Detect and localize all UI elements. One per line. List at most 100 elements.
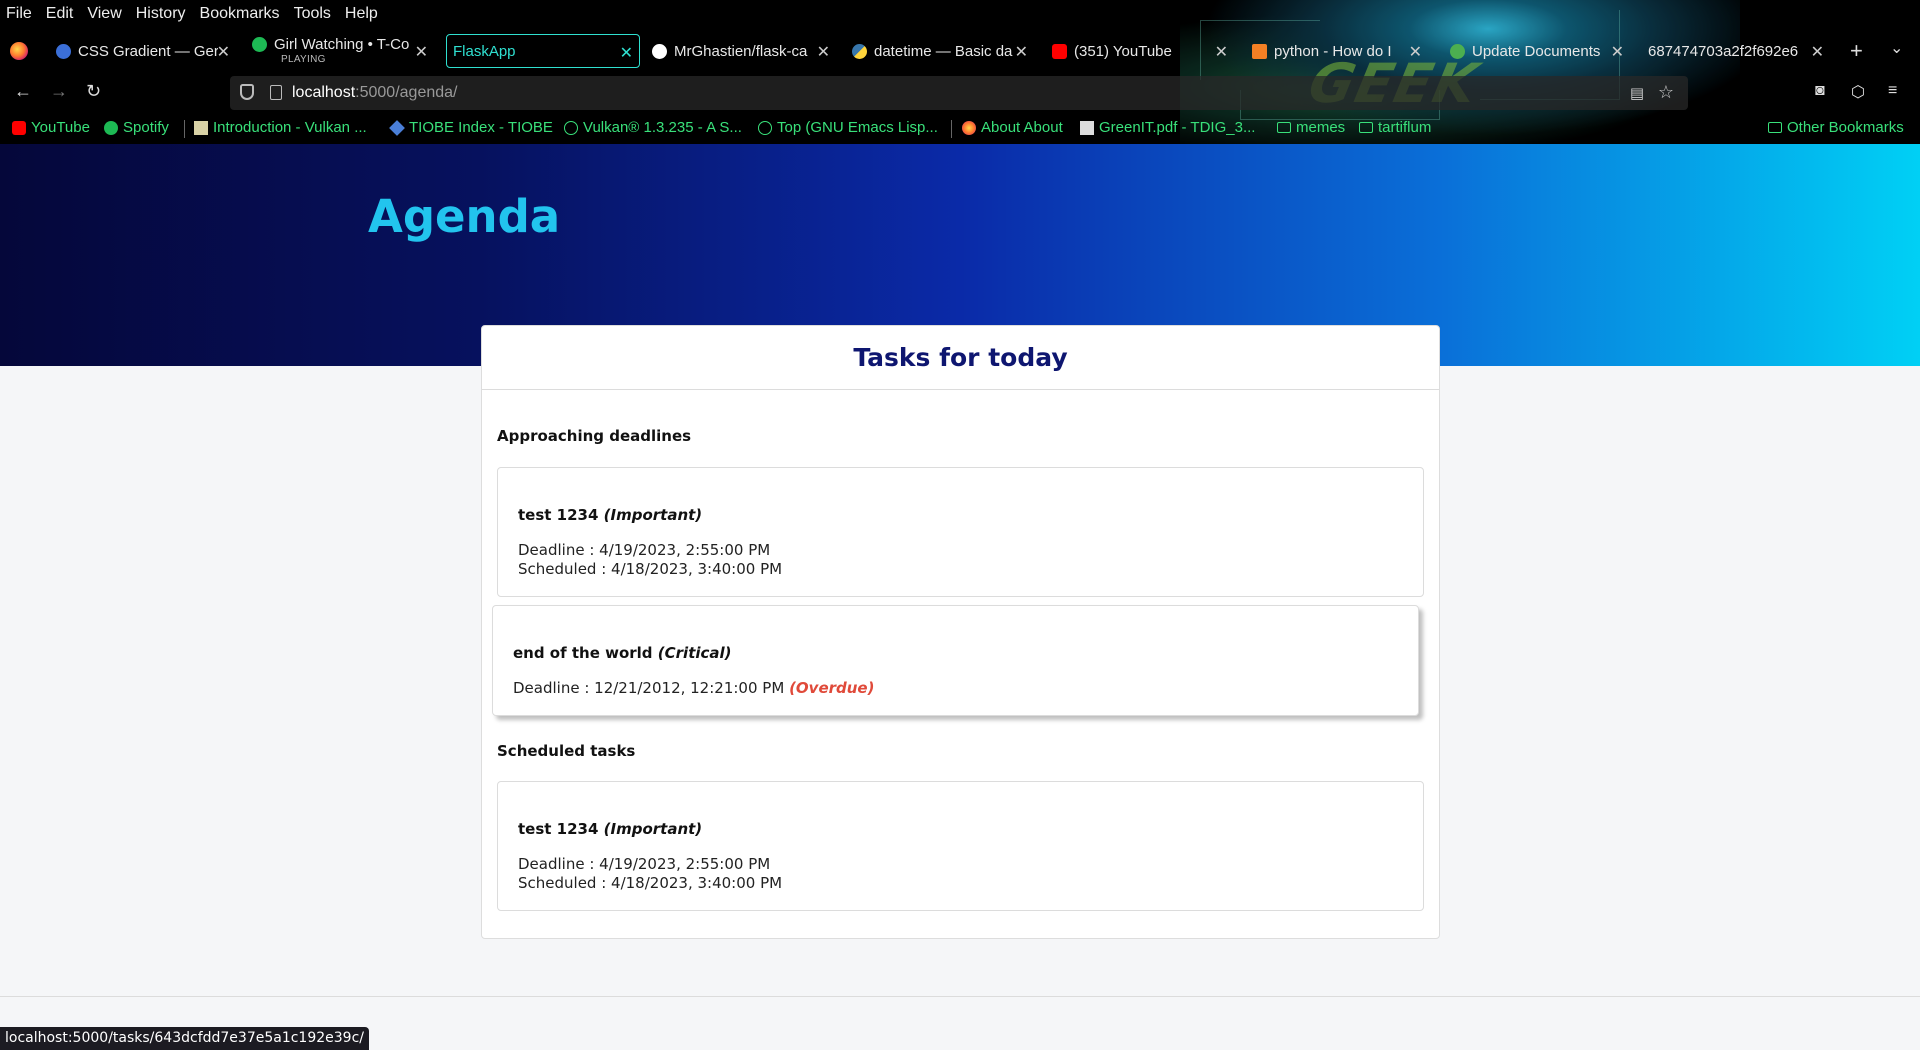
bookmark-vulkan-intro[interactable]: Introduction - Vulkan ... [194, 119, 367, 136]
shield-icon[interactable] [240, 84, 254, 100]
section-title-scheduled: Scheduled tasks [497, 742, 636, 760]
forward-arrow-icon[interactable]: → [50, 81, 68, 102]
url-path: :5000/agenda/ [355, 84, 458, 101]
footer-divider [0, 996, 1920, 997]
tab-flaskapp[interactable]: FlaskApp ✕ [446, 34, 640, 68]
menu-help[interactable]: Help [338, 5, 385, 23]
bookmark-folder-tartiflum[interactable]: tartiflum [1359, 119, 1431, 136]
close-icon[interactable]: ✕ [1611, 42, 1624, 62]
bookmark-youtube[interactable]: YouTube [12, 119, 90, 136]
folder-icon [1277, 122, 1291, 133]
close-icon[interactable]: ✕ [217, 42, 230, 62]
priority-label: (Important) [603, 506, 703, 524]
card-title: Tasks for today [853, 343, 1068, 372]
page-icon[interactable] [270, 85, 282, 100]
tab-css-gradient[interactable]: CSS Gradient — Ger ✕ [56, 34, 236, 68]
status-bar-link-preview: localhost:5000/tasks/643dcfdd7e37e5a1c19… [0, 1027, 369, 1050]
folder-icon [1768, 122, 1782, 133]
spotify-icon [104, 120, 118, 135]
bookmarks-toolbar: YouTube Spotify Introduction - Vulkan ..… [0, 116, 1920, 142]
globe-icon [758, 120, 772, 135]
tab-update-documents[interactable]: Update Documents ✕ [1450, 34, 1630, 68]
globe-icon [56, 43, 71, 59]
close-icon[interactable]: ✕ [415, 42, 428, 62]
menu-tools[interactable]: Tools [287, 5, 338, 23]
hamburger-menu-icon[interactable]: ≡ [1888, 82, 1897, 100]
task-card-hovered[interactable]: end of the world (Critical) Deadline : 1… [492, 605, 1419, 716]
task-card[interactable]: test 1234 (Important) Deadline : 4/19/20… [497, 781, 1424, 911]
doc-icon [194, 120, 208, 135]
youtube-icon [1052, 43, 1067, 59]
browser-chrome: GEEK File Edit View History Bookmarks To… [0, 0, 1920, 144]
menu-view[interactable]: View [80, 5, 128, 23]
close-icon[interactable]: ✕ [1409, 42, 1422, 62]
tab-bar: CSS Gradient — Ger ✕ Girl Watching • T-C… [0, 32, 1920, 70]
python-icon [852, 43, 867, 59]
list-all-tabs-chevron-icon[interactable]: ⌄ [1890, 38, 1903, 58]
tab-github[interactable]: MrGhastien/flask-ca ✕ [652, 34, 836, 68]
menu-bar: File Edit View History Bookmarks Tools H… [0, 0, 1920, 28]
task-scheduled: Scheduled : 4/18/2023, 3:40:00 PM [518, 560, 783, 578]
pocket-icon[interactable]: ◙ [1815, 82, 1825, 100]
url-text[interactable]: localhost:5000/agenda/ [292, 84, 457, 102]
spotify-icon [252, 36, 267, 52]
new-tab-plus-icon[interactable]: + [1850, 38, 1863, 64]
task-deadline: Deadline : 12/21/2012, 12:21:00 PM (Over… [513, 679, 875, 697]
github-icon [652, 43, 667, 59]
stackoverflow-icon [1252, 43, 1267, 59]
diamond-icon [389, 119, 405, 136]
firefox-icon[interactable] [10, 42, 28, 60]
playing-label: PLAYING [281, 54, 326, 65]
close-icon[interactable]: ✕ [620, 43, 633, 63]
menu-bookmarks[interactable]: Bookmarks [193, 5, 287, 23]
globe-icon [564, 120, 578, 135]
bookmark-other[interactable]: Other Bookmarks [1768, 119, 1904, 136]
bookmark-star-icon[interactable]: ☆ [1658, 82, 1674, 103]
youtube-icon [12, 120, 26, 135]
back-arrow-icon[interactable]: ← [14, 81, 32, 102]
url-host: localhost [292, 84, 356, 101]
task-title: test 1234 (Important) [518, 506, 703, 524]
extensions-icon[interactable]: ⬡ [1851, 82, 1865, 102]
reader-view-icon[interactable]: ▤ [1630, 84, 1644, 102]
tab-image[interactable]: 687474703a2f2f692e6 ✕ [1648, 34, 1830, 68]
tab-stackoverflow[interactable]: python - How do I ✕ [1252, 34, 1428, 68]
priority-label: (Important) [603, 820, 703, 838]
folder-icon [1359, 122, 1373, 133]
firefox-icon [962, 120, 976, 135]
bookmark-tiobe[interactable]: TIOBE Index - TIOBE [389, 119, 553, 136]
menu-edit[interactable]: Edit [39, 5, 81, 23]
bookmark-greenit-pdf[interactable]: GreenIT.pdf - TDIG_3... [1080, 119, 1255, 136]
close-icon[interactable]: ✕ [1811, 42, 1824, 62]
card-header: Tasks for today [482, 326, 1439, 390]
task-card[interactable]: test 1234 (Important) Deadline : 4/19/20… [497, 467, 1424, 597]
menu-history[interactable]: History [129, 5, 193, 23]
bookmark-vulkan-spec[interactable]: Vulkan® 1.3.235 - A S... [564, 119, 742, 136]
close-icon[interactable]: ✕ [1015, 42, 1028, 62]
menu-file[interactable]: File [0, 5, 39, 23]
tab-spotify[interactable]: Girl Watching • T-Co PLAYING ✕ [252, 34, 434, 68]
page-title: Agenda [368, 190, 561, 243]
close-icon[interactable]: ✕ [1215, 42, 1228, 62]
task-deadline: Deadline : 4/19/2023, 2:55:00 PM [518, 855, 771, 873]
nav-bar: ← → ↻ localhost:5000/agenda/ ▤ ☆ ◙ ⬡ ≡ [0, 74, 1920, 112]
bookmark-folder-memes[interactable]: memes [1277, 119, 1345, 136]
section-title-approaching: Approaching deadlines [497, 427, 692, 445]
task-deadline: Deadline : 4/19/2023, 2:55:00 PM [518, 541, 771, 559]
bookmark-spotify[interactable]: Spotify [104, 119, 169, 136]
close-icon[interactable]: ✕ [817, 42, 830, 62]
task-title: end of the world (Critical) [513, 644, 732, 662]
tab-python-datetime[interactable]: datetime — Basic da ✕ [852, 34, 1034, 68]
reload-icon[interactable]: ↻ [86, 81, 101, 102]
task-scheduled: Scheduled : 4/18/2023, 3:40:00 PM [518, 874, 783, 892]
overdue-badge: (Overdue) [789, 679, 875, 697]
tab-youtube[interactable]: (351) YouTube ✕ [1052, 34, 1234, 68]
bookmark-about[interactable]: About About [962, 119, 1063, 136]
task-title: test 1234 (Important) [518, 820, 703, 838]
bookmark-emacs-lisp[interactable]: Top (GNU Emacs Lisp... [758, 119, 938, 136]
leaf-icon [1450, 43, 1465, 59]
tasks-card: Tasks for today Approaching deadlines te… [481, 325, 1440, 939]
pdf-icon [1080, 120, 1094, 135]
priority-label: (Critical) [657, 644, 732, 662]
url-bar[interactable]: localhost:5000/agenda/ ▤ ☆ [230, 76, 1688, 110]
